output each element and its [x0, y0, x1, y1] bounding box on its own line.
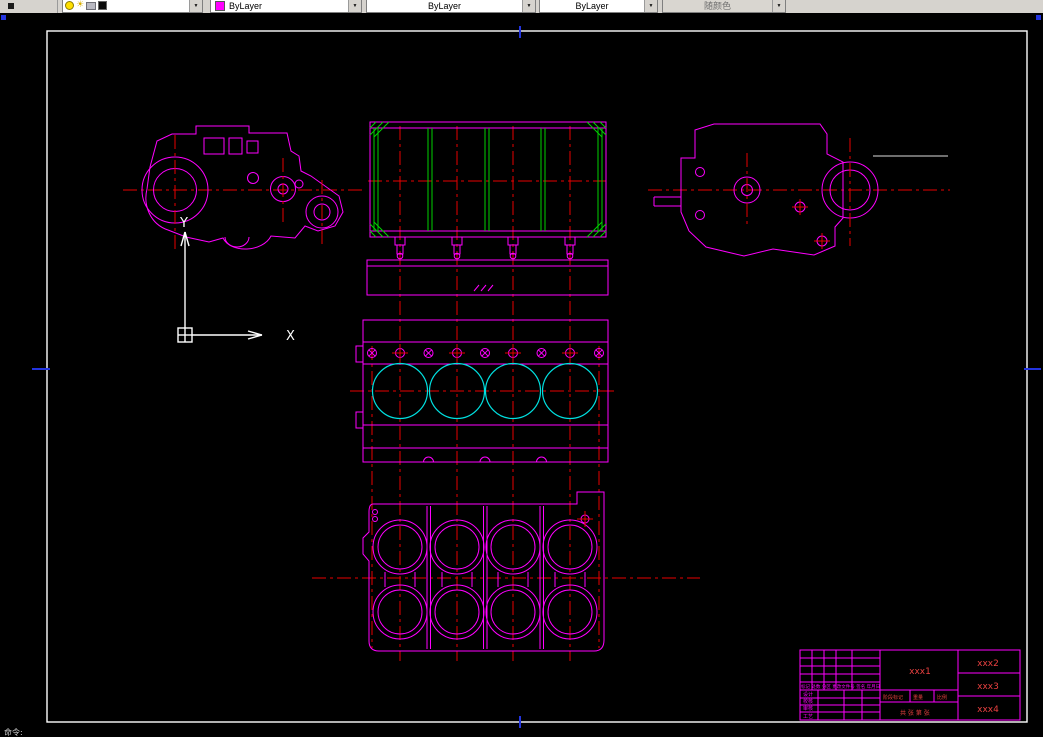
lineweight-control-combo[interactable]: ByLayer ▼	[539, 0, 658, 13]
field-mid: xxx3	[977, 682, 999, 692]
field-bottom: xxx4	[977, 705, 999, 715]
color-value: ByLayer	[229, 0, 263, 11]
chevron-down-icon[interactable]: ▼	[348, 0, 361, 12]
chevron-down-icon: ▼	[771, 0, 785, 12]
toolbar-fragment	[0, 0, 58, 13]
layer-printer-icon	[86, 1, 97, 10]
layer-bulb-icon	[65, 1, 74, 10]
plotstyle-control-combo: 随颜色 ▼	[662, 0, 786, 13]
plotstyle-value: 随颜色	[703, 1, 731, 11]
col-stage: 阶段标记	[883, 694, 903, 701]
ucs-icon: Y X	[177, 216, 295, 344]
drawing-canvas[interactable]: Y X 标记 处数 分区 更改文件号 签名 年月日 设计 校核 审核 工艺 阶段…	[0, 0, 1043, 737]
slab-mark	[473, 284, 494, 292]
color-control-combo[interactable]: ByLayer ▼	[210, 0, 362, 13]
col-scale: 比例	[937, 694, 947, 701]
autocad-window: ☀ ▼ ByLayer ▼ ByLayer ▼ ByLayer ▼ 随颜色 ▼	[0, 0, 1043, 737]
drawing-number: xxx1	[909, 667, 931, 677]
view-bottom	[362, 491, 605, 652]
layout-corner-mark	[1036, 15, 1041, 20]
crankcase-bores	[372, 519, 598, 640]
view-top	[366, 121, 609, 296]
toolbar-button-icon[interactable]	[8, 3, 14, 9]
projection-centerlines	[123, 126, 950, 661]
cylinder-studs	[394, 236, 576, 260]
chevron-down-icon[interactable]: ▼	[522, 0, 535, 12]
layout-corner-mark	[1, 15, 6, 20]
layer-control-combo[interactable]: ☀ ▼	[62, 0, 203, 13]
field-top: xxx2	[977, 659, 999, 669]
command-prompt: 命令:	[4, 728, 23, 737]
corner-hatch	[369, 121, 607, 238]
lineweight-value: ByLayer	[575, 0, 609, 11]
row-review: 审核	[803, 705, 813, 712]
layer-sun-icon: ☀	[76, 0, 85, 10]
revision-header: 标记 处数 分区 更改文件号 签名 年月日	[801, 683, 880, 690]
sheet-info: 共 张 第 张	[900, 709, 930, 717]
ucs-x-label: X	[286, 329, 295, 344]
col-weight: 重量	[913, 694, 923, 701]
row-check: 校核	[803, 698, 813, 705]
ucs-y-label: Y	[179, 216, 188, 231]
linetype-value: ByLayer	[427, 0, 462, 11]
row-process: 工艺	[803, 714, 813, 720]
title-block: 标记 处数 分区 更改文件号 签名 年月日 设计 校核 审核 工艺 阶段标记 重…	[799, 649, 1021, 721]
row-design: 设计	[803, 691, 813, 698]
drawing-svg: Y X 标记 处数 分区 更改文件号 签名 年月日 设计 校核 审核 工艺 阶段…	[1, 15, 1041, 728]
linetype-control-combo[interactable]: ByLayer ▼	[366, 0, 536, 13]
properties-toolbar: ☀ ▼ ByLayer ▼ ByLayer ▼ ByLayer ▼ 随颜色 ▼	[0, 0, 1043, 13]
bolt-hole-markers	[367, 345, 604, 361]
chevron-down-icon[interactable]: ▼	[189, 0, 202, 12]
current-color-chip	[215, 0, 225, 11]
layer-color-icon	[98, 1, 108, 10]
view-left-side	[141, 125, 344, 252]
chevron-down-icon[interactable]: ▼	[644, 0, 657, 12]
